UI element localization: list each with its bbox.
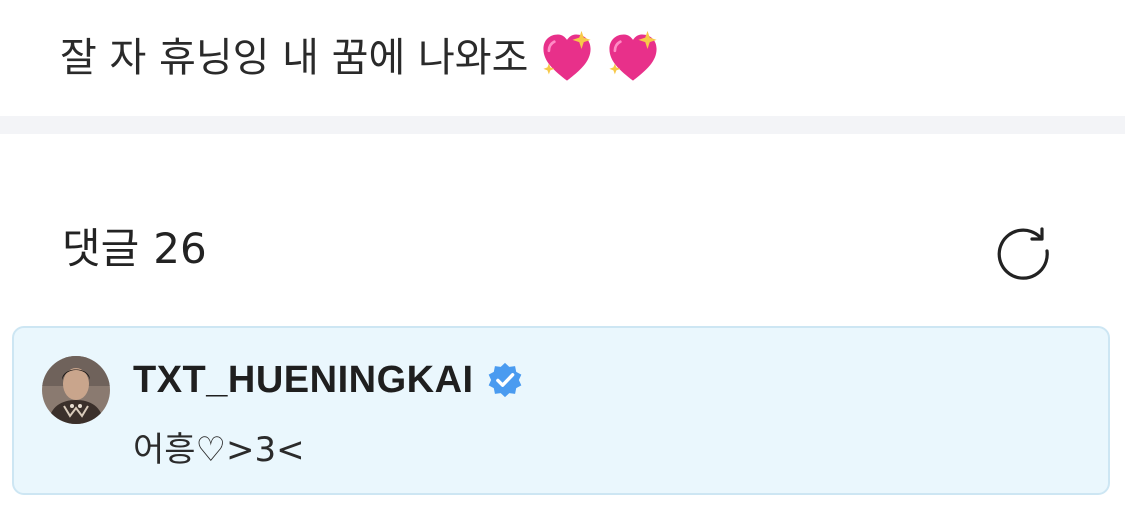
comments-header: 댓글 26 xyxy=(62,218,207,280)
section-divider xyxy=(0,116,1125,134)
comment-author-row: TXT_HUENINGKAI xyxy=(133,356,524,404)
comments-label: 댓글 xyxy=(62,224,140,273)
comment-text: 어흥♡>3< xyxy=(133,430,305,470)
refresh-icon[interactable] xyxy=(992,220,1054,282)
avatar-image xyxy=(42,356,110,424)
avatar[interactable] xyxy=(42,356,110,424)
comment-author[interactable]: TXT_HUENINGKAI xyxy=(133,359,474,402)
comment-card[interactable]: TXT_HUENINGKAI 어흥♡>3< xyxy=(12,326,1110,495)
verified-badge-icon xyxy=(488,362,521,398)
sparkling-heart-icon xyxy=(609,30,657,81)
post-text: 잘 자 휴닝잉 내 꿈에 나와조 xyxy=(60,35,529,81)
sparkling-heart-icon xyxy=(543,30,591,81)
comments-count: 26 xyxy=(153,224,207,273)
post-text-row: 잘 자 휴닝잉 내 꿈에 나와조 xyxy=(60,28,662,88)
